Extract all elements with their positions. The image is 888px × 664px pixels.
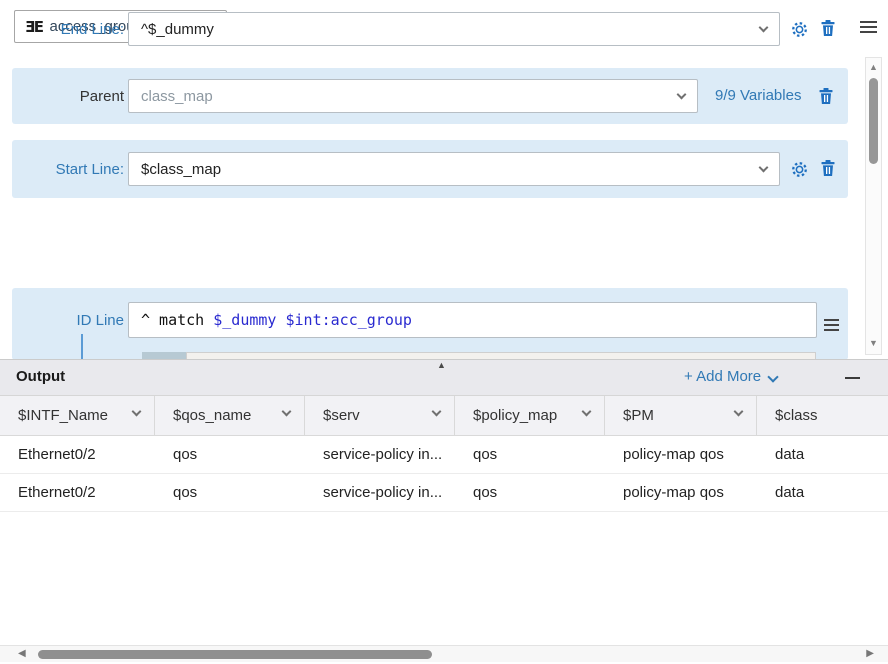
table-cell: data: [757, 436, 888, 474]
table-cell: service-policy in...: [305, 474, 455, 512]
output-table-header: $INTF_Name $qos_name $serv $policy_map $…: [0, 396, 888, 436]
table-row[interactable]: Ethernet0/2 qos service-policy in... qos…: [0, 474, 888, 512]
id-line-input[interactable]: ^ match $_dummy $int:acc_group: [128, 302, 817, 338]
column-header[interactable]: $qos_name: [155, 396, 305, 436]
scroll-up-icon[interactable]: ▲: [866, 62, 881, 72]
id-line-row: ID Line ^ match $_dummy $int:acc_group: [12, 288, 848, 360]
delete-start-line-icon[interactable]: [820, 159, 836, 177]
horizontal-scrollbar-thumb[interactable]: [38, 650, 432, 659]
column-header[interactable]: $class: [757, 396, 888, 436]
variables-link[interactable]: 9/9 Variables: [715, 87, 801, 104]
column-header[interactable]: $PM: [605, 396, 757, 436]
table-cell: Ethernet0/2: [0, 474, 155, 512]
chevron-down-icon: [759, 22, 769, 32]
id-line-code-var1: $_dummy: [213, 311, 276, 329]
chevron-down-icon: [432, 407, 442, 417]
table-cell: qos: [455, 436, 605, 474]
id-line-menu-icon[interactable]: [824, 316, 839, 334]
table-cell: qos: [155, 474, 305, 512]
add-more-label: + Add More: [684, 368, 761, 385]
scroll-right-icon[interactable]: ▶: [866, 648, 874, 659]
table-cell: data: [757, 474, 888, 512]
table-cell: qos: [455, 474, 605, 512]
start-line-settings-gear-icon[interactable]: [790, 160, 809, 179]
chevron-down-icon: [132, 407, 142, 417]
column-header[interactable]: $policy_map: [455, 396, 605, 436]
parent-dropdown[interactable]: class_map: [128, 79, 698, 113]
start-line-row: Start Line: $class_map: [12, 140, 848, 198]
chevron-down-icon: [767, 371, 778, 382]
vertical-scrollbar[interactable]: ▲ ▼: [865, 57, 882, 355]
table-cell: Ethernet0/2: [0, 436, 155, 474]
chevron-down-icon: [282, 407, 292, 417]
end-line-label: End Line:: [12, 21, 124, 38]
table-cell: qos: [155, 436, 305, 474]
table-cell: policy-map qos: [605, 474, 757, 512]
table-row[interactable]: Ethernet0/2 qos service-policy in... qos…: [0, 436, 888, 474]
chevron-down-icon: [677, 89, 687, 99]
minimize-panel-icon[interactable]: [845, 377, 860, 379]
table-cell: service-policy in...: [305, 436, 455, 474]
id-line-label: ID Line: [12, 312, 124, 329]
column-header[interactable]: $serv: [305, 396, 455, 436]
table-cell: policy-map qos: [605, 436, 757, 474]
column-header[interactable]: $INTF_Name: [0, 396, 155, 436]
id-line-connector: [81, 334, 83, 360]
parent-label: Parent: [12, 88, 124, 105]
scroll-down-icon[interactable]: ▼: [866, 338, 881, 348]
parent-row: Parent class_map 9/9 Variables: [12, 68, 848, 124]
menu-icon[interactable]: [860, 18, 877, 36]
vertical-scrollbar-thumb[interactable]: [869, 78, 878, 164]
horizontal-scrollbar[interactable]: ◀ ▶: [0, 645, 888, 662]
output-panel: Output ▲ + Add More $INTF_Name $qos_name…: [0, 359, 888, 664]
delete-parent-icon[interactable]: [818, 87, 834, 105]
id-line-code-var2: $int:acc_group: [286, 311, 412, 329]
start-line-label: Start Line:: [12, 161, 124, 178]
id-line-code-sep: [276, 311, 285, 329]
add-more-button[interactable]: + Add More: [684, 368, 777, 385]
start-line-value: $class_map: [141, 161, 221, 178]
chevron-down-icon: [734, 407, 744, 417]
end-line-settings-gear-icon[interactable]: [790, 20, 809, 39]
start-line-input[interactable]: $class_map: [128, 152, 780, 186]
output-panel-header: Output ▲ + Add More: [0, 360, 888, 396]
output-title: Output: [16, 368, 65, 385]
id-line-code-plain: ^ match: [141, 311, 213, 329]
delete-end-line-icon[interactable]: [820, 19, 836, 37]
expand-panel-icon[interactable]: ▲: [437, 360, 446, 370]
end-line-input[interactable]: ^$_dummy: [128, 12, 780, 46]
chevron-down-icon: [759, 162, 769, 172]
parent-dropdown-value: class_map: [141, 88, 213, 105]
scroll-left-icon[interactable]: ◀: [18, 648, 26, 659]
chevron-down-icon: [582, 407, 592, 417]
end-line-value: ^$_dummy: [141, 21, 214, 38]
